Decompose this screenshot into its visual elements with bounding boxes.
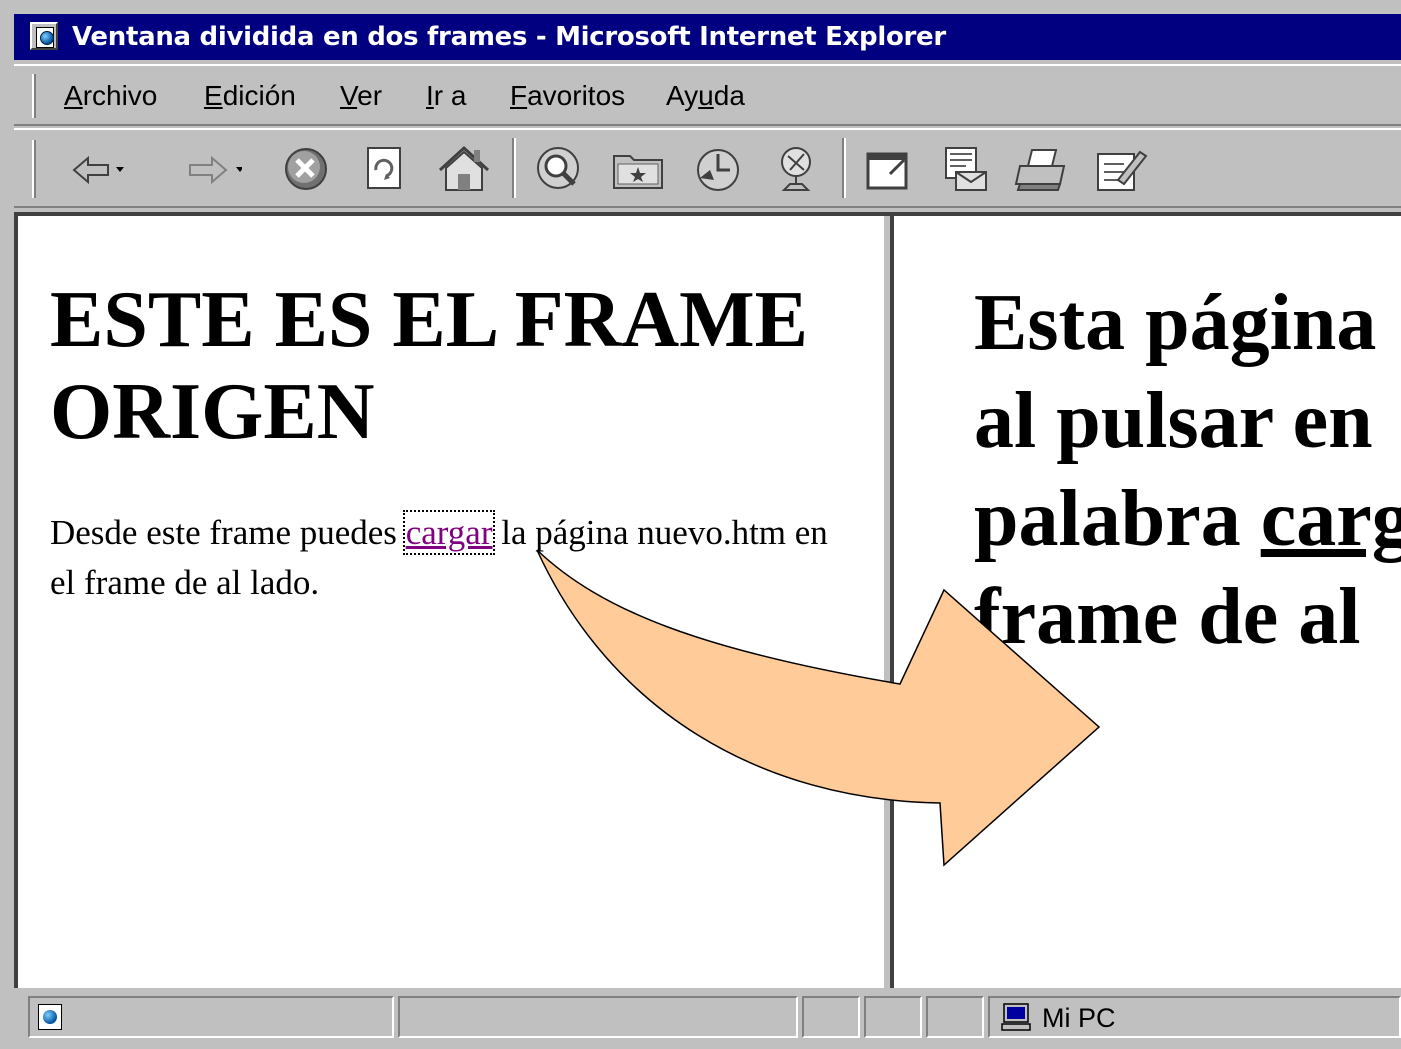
- forward-button[interactable]: [182, 140, 242, 198]
- print-button[interactable]: [1012, 140, 1072, 198]
- favorites-icon: [613, 155, 663, 189]
- toolbar-separator: [842, 138, 846, 198]
- frame-divider[interactable]: [882, 216, 894, 988]
- status-pane-progress: [398, 996, 798, 1038]
- status-pane-lock: [864, 996, 922, 1038]
- fullscreen-button[interactable]: [858, 140, 918, 198]
- menu-ayuda[interactable]: Ayuda: [666, 80, 745, 112]
- window-title: Ventana dividida en dos frames - Microso…: [72, 22, 946, 52]
- menu-archivo[interactable]: Archivo: [64, 80, 157, 112]
- menubar-grip[interactable]: [32, 74, 36, 118]
- search-button[interactable]: [528, 140, 588, 198]
- channels-icon: [781, 147, 811, 191]
- menu-favoritos[interactable]: Favoritos: [510, 80, 625, 112]
- search-icon: [537, 147, 579, 189]
- right-frame-heading: Esta página al pulsar en palabra carg frame…: [974, 274, 1401, 666]
- right-heading-line-1: Esta página: [974, 279, 1377, 367]
- ie-page-icon[interactable]: [30, 22, 58, 50]
- left-frame-heading: ESTE ES EL FRAME ORIGEN: [50, 276, 809, 456]
- paragraph-text-before: Desde este frame puedes: [50, 513, 406, 552]
- status-bar: Mi PC: [14, 990, 1401, 1046]
- back-icon: [72, 155, 124, 185]
- left-frame-paragraph: Desde este frame puedes cargar la página…: [50, 508, 850, 608]
- forward-icon: [189, 155, 242, 185]
- frame-destino[interactable]: Esta página al pulsar en palabra carg frame…: [894, 216, 1401, 988]
- menu-ver[interactable]: Ver: [340, 80, 382, 112]
- toolbar-grip[interactable]: [32, 140, 36, 198]
- right-heading-line-2: al pulsar en: [974, 377, 1373, 465]
- stop-button[interactable]: [278, 140, 338, 198]
- my-computer-icon: [1001, 1003, 1031, 1031]
- right-heading-line-3-prefix: palabra: [974, 475, 1261, 563]
- frame-origen[interactable]: ESTE ES EL FRAME ORIGEN Desde este frame…: [18, 216, 882, 988]
- cargar-link[interactable]: cargar: [402, 510, 496, 555]
- history-button[interactable]: [688, 140, 748, 198]
- favorites-button[interactable]: [608, 140, 668, 198]
- status-pane-offline: [802, 996, 860, 1038]
- security-zone-label: Mi PC: [1042, 1003, 1116, 1033]
- print-icon: [1014, 149, 1066, 191]
- mail-button[interactable]: [934, 140, 994, 198]
- edit-icon: [1097, 150, 1148, 191]
- history-icon: [697, 149, 739, 191]
- standard-toolbar: [14, 128, 1401, 208]
- toolbar-separator: [512, 138, 516, 198]
- home-icon: [438, 145, 490, 191]
- status-pane-misc: [926, 996, 984, 1038]
- content-area: ESTE ES EL FRAME ORIGEN Desde este frame…: [14, 212, 1401, 988]
- right-heading-underlined-word: carg: [1260, 475, 1401, 563]
- home-button[interactable]: [434, 140, 494, 198]
- stop-icon: [285, 148, 327, 190]
- page-status-icon: [38, 1004, 62, 1030]
- refresh-icon: [367, 147, 401, 189]
- browser-window: Ventana dividida en dos frames - Microso…: [0, 0, 1401, 1049]
- fullscreen-icon: [866, 152, 908, 190]
- edit-button[interactable]: [1090, 140, 1150, 198]
- back-button[interactable]: [64, 140, 124, 198]
- status-pane-zone: Mi PC: [988, 996, 1401, 1038]
- menu-bar: Archivo Edición Ver Ir a Favoritos Ayuda: [14, 64, 1401, 126]
- channels-button[interactable]: [766, 140, 826, 198]
- status-pane-main: [28, 996, 394, 1038]
- menu-ir-a[interactable]: Ir a: [426, 80, 466, 112]
- menu-edicion[interactable]: Edición: [204, 80, 296, 112]
- title-bar[interactable]: Ventana dividida en dos frames - Microso…: [14, 14, 1401, 60]
- right-heading-line-4: frame de al: [974, 573, 1361, 661]
- refresh-button[interactable]: [356, 140, 416, 198]
- mail-icon: [945, 147, 987, 191]
